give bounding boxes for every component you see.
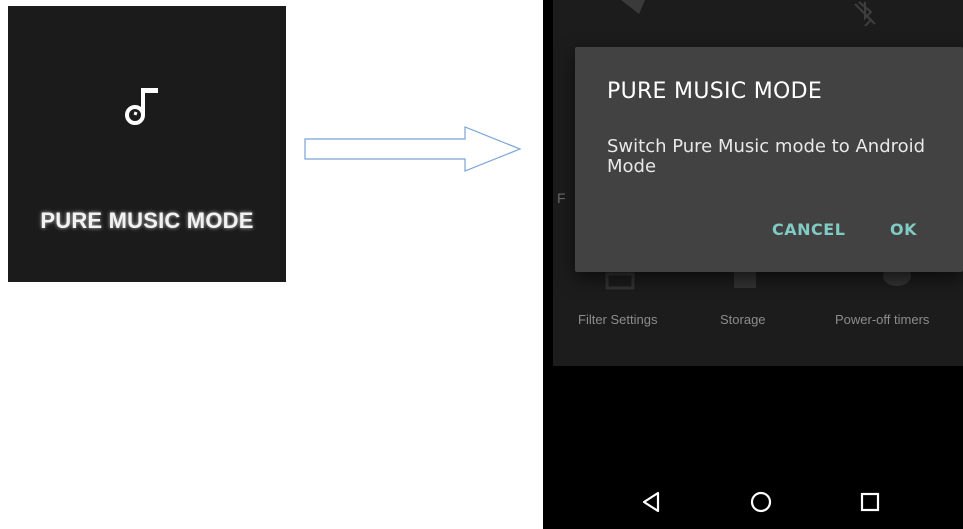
pure-music-mode-dialog: PURE MUSIC MODE Switch Pure Music mode t… <box>575 47 963 272</box>
qs-tile-row: Filter Settings Storage Power-off timers <box>553 270 963 350</box>
timer-icon[interactable] <box>879 270 915 292</box>
ok-button[interactable]: OK <box>890 220 917 239</box>
bluetooth-off-icon[interactable] <box>845 0 885 30</box>
back-triangle-icon[interactable] <box>638 488 666 516</box>
filter-icon[interactable] <box>603 272 639 294</box>
tile-label: PURE MUSIC MODE <box>40 208 254 233</box>
qs-side-letter: F <box>557 190 566 206</box>
right-arrow-icon <box>304 126 522 172</box>
navigation-bar <box>543 474 963 529</box>
recents-square-icon[interactable] <box>856 488 884 516</box>
music-note-icon <box>125 88 158 125</box>
cancel-button[interactable]: CANCEL <box>772 220 845 239</box>
quick-settings-panel: F Filter Settings Storage Power-off time… <box>553 0 963 366</box>
qs-tile-label-filter[interactable]: Filter Settings <box>578 312 657 327</box>
dialog-title: PURE MUSIC MODE <box>607 79 823 104</box>
brightness-icon[interactable] <box>613 0 653 30</box>
phone-screen: F Filter Settings Storage Power-off time… <box>543 0 963 529</box>
storage-icon[interactable] <box>728 270 764 292</box>
qs-tile-label-timers[interactable]: Power-off timers <box>835 312 929 327</box>
dialog-message: Switch Pure Music mode to Android Mode <box>607 136 926 177</box>
qs-tile-label-storage[interactable]: Storage <box>720 312 766 327</box>
pure-music-mode-tile[interactable]: PURE MUSIC MODE <box>8 6 286 282</box>
home-circle-icon[interactable] <box>747 488 775 516</box>
